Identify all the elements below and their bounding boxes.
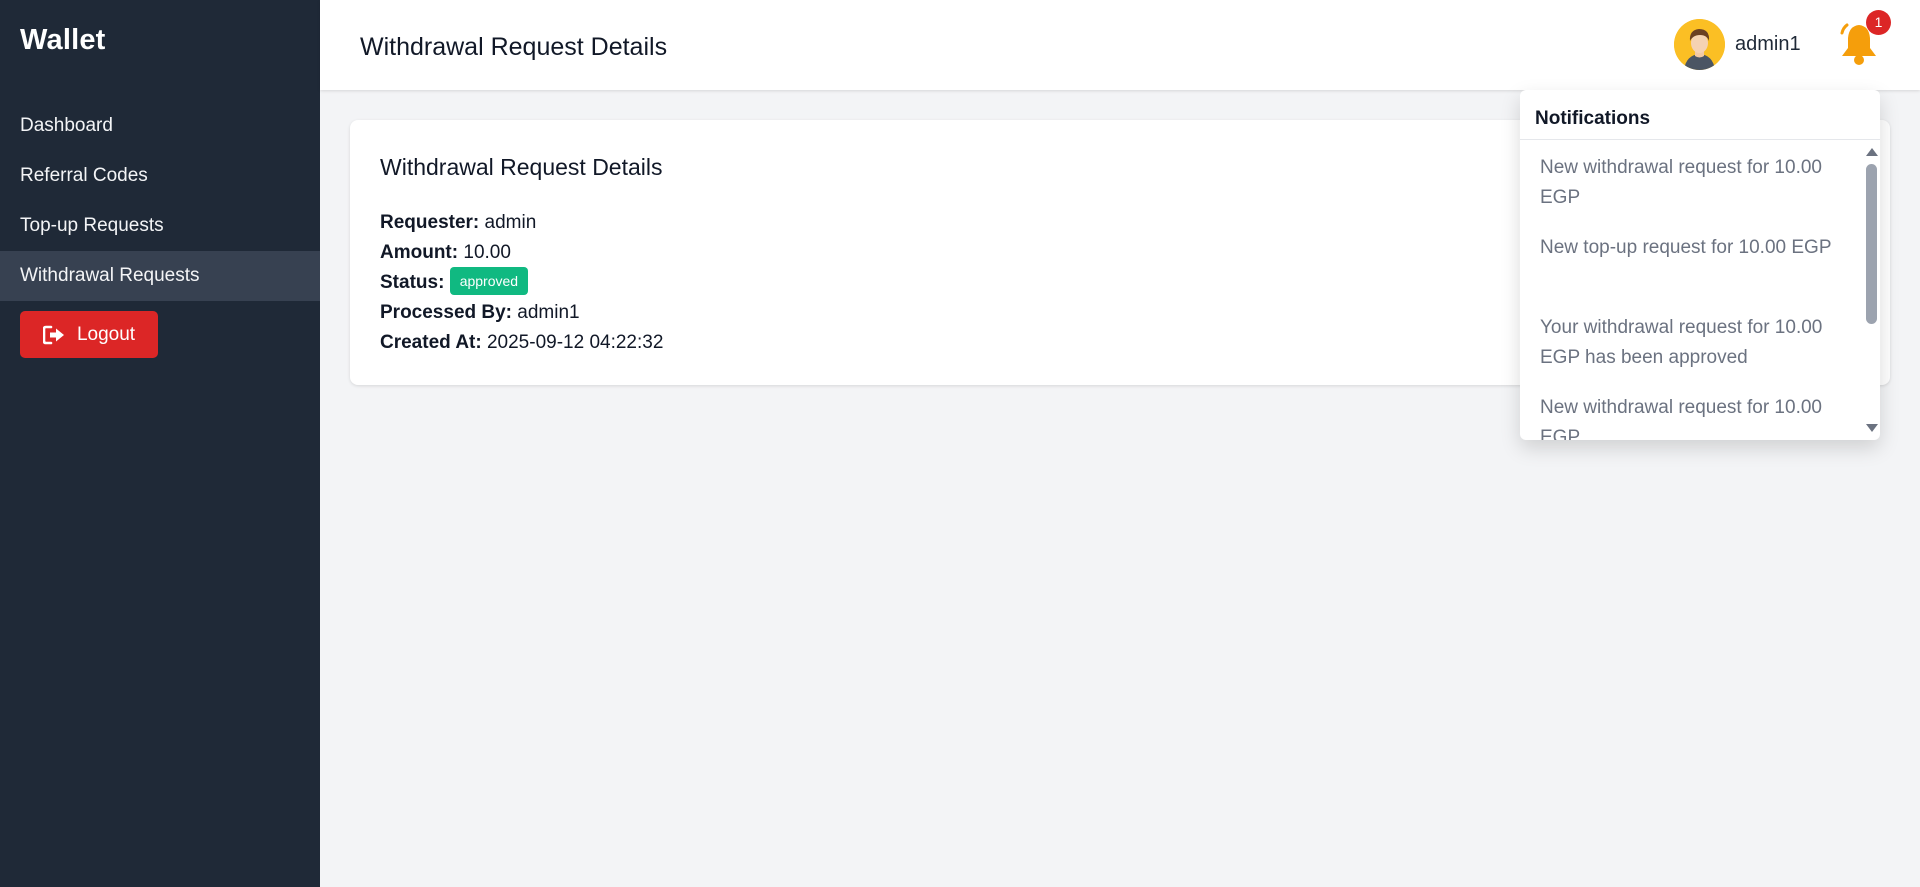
amount-value: 10.00 <box>463 242 511 263</box>
notification-count-badge: 1 <box>1866 10 1891 35</box>
notification-item[interactable]: Your withdrawal request for 10.00 EGP ha… <box>1520 301 1858 381</box>
notifications-scrollbar[interactable] <box>1864 144 1878 436</box>
processed-by-label: Processed By: <box>380 302 513 323</box>
processed-by-row: Processed By: admin1 <box>380 298 663 328</box>
brand-logo: Wallet <box>20 24 106 56</box>
requester-row: Requester: admin <box>380 208 663 238</box>
notifications-title: Notifications <box>1520 90 1880 140</box>
status-label: Status: <box>380 272 445 293</box>
created-at-label: Created At: <box>380 332 482 353</box>
logout-button[interactable]: Logout <box>20 311 158 358</box>
sidebar-item-dashboard[interactable]: Dashboard <box>0 101 320 151</box>
top-bar: Withdrawal Request Details admin1 1 <box>320 0 1920 90</box>
status-badge: approved <box>449 266 529 295</box>
sidebar-item-withdrawal-requests[interactable]: Withdrawal Requests <box>0 251 320 301</box>
username[interactable]: admin1 <box>1735 33 1801 56</box>
scroll-up-arrow-icon[interactable] <box>1866 148 1878 156</box>
amount-row: Amount: 10.00 <box>380 238 663 268</box>
sidebar-item-referral-codes[interactable]: Referral Codes <box>0 151 320 201</box>
notification-item[interactable]: New withdrawal request for 10.00 EGP <box>1520 141 1858 221</box>
notification-item[interactable]: New withdrawal request for 10.00 EGP <box>1520 381 1858 440</box>
created-at-row: Created At: 2025-09-12 04:22:32 <box>380 328 663 358</box>
sidebar: Wallet Dashboard Referral Codes Top-up R… <box>0 0 320 887</box>
card-title: Withdrawal Request Details <box>380 154 663 180</box>
requester-label: Requester: <box>380 212 480 233</box>
scroll-thumb[interactable] <box>1866 164 1877 324</box>
page-title: Withdrawal Request Details <box>360 33 668 61</box>
processed-by-value: admin1 <box>517 302 580 323</box>
scroll-down-arrow-icon[interactable] <box>1866 424 1878 432</box>
avatar[interactable] <box>1674 19 1725 70</box>
logout-label: Logout <box>76 323 136 345</box>
sidebar-item-top-up-requests[interactable]: Top-up Requests <box>0 201 320 251</box>
requester-value: admin <box>484 212 537 233</box>
notification-item[interactable]: New top-up request for 10.00 EGP <box>1520 221 1858 301</box>
sign-out-icon <box>42 325 65 345</box>
status-row: Status: approved <box>380 266 663 298</box>
notifications-dropdown: Notifications New withdrawal request for… <box>1520 90 1880 440</box>
created-at-value: 2025-09-12 04:22:32 <box>486 332 664 353</box>
amount-label: Amount: <box>380 242 459 263</box>
notifications-list: New withdrawal request for 10.00 EGP New… <box>1520 141 1858 440</box>
details-list: Requester: admin Amount: 10.00 Status: a… <box>380 208 663 358</box>
user-avatar-icon <box>1674 19 1725 70</box>
sidebar-nav: Dashboard Referral Codes Top-up Requests… <box>0 101 320 301</box>
